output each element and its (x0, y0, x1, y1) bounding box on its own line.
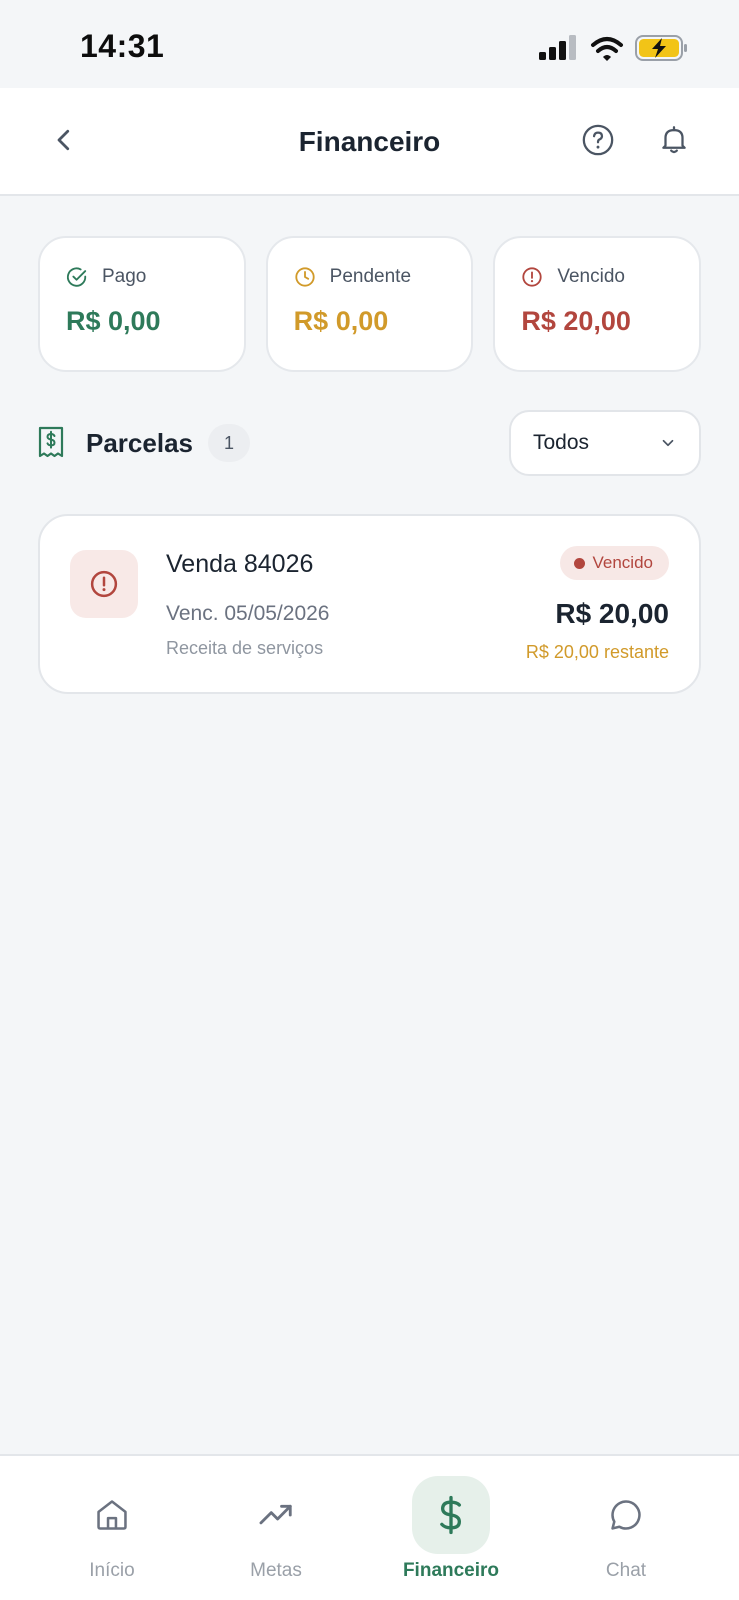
clock-icon (295, 267, 315, 287)
summary-label: Pendente (329, 266, 412, 287)
summary-cards: Pago R$ 0,00 Pendente R$ 0,00 Vencido R$… (38, 236, 702, 372)
chat-bubble-icon (611, 1500, 641, 1530)
nav-label: Início (89, 1560, 135, 1581)
nav-item-financeiro[interactable]: Financeiro (376, 1476, 526, 1586)
status-icons (539, 34, 689, 64)
summary-card-vencido[interactable]: Vencido R$ 20,00 (493, 236, 702, 372)
chevron-down-icon (662, 439, 674, 447)
status-badge: Vencido (559, 546, 669, 580)
parcel-due-date: Venc. 05/05/2026 (166, 602, 330, 625)
parcel-name: Venda 84026 (166, 550, 314, 578)
summary-label: Pago (102, 266, 147, 287)
parcel-card[interactable]: Venda 84026 Venc. 05/05/2026 Receita de … (38, 514, 701, 694)
summary-value: R$ 0,00 (293, 306, 389, 336)
parcel-amount: R$ 20,00 (555, 598, 669, 629)
check-circle-icon (66, 267, 87, 287)
count-badge: 1 (208, 424, 250, 462)
summary-value: R$ 20,00 (521, 306, 631, 336)
bottom-nav: Início Metas Financeiro Chat (0, 1454, 739, 1600)
help-circle-icon (582, 124, 614, 156)
bell-icon (662, 126, 686, 154)
notifications-button[interactable] (652, 118, 696, 162)
nav-label: Chat (605, 1560, 647, 1581)
page-title: Financeiro (298, 126, 441, 157)
filter-select[interactable]: Todos (509, 410, 701, 476)
nav-item-inicio[interactable]: Início (37, 1476, 187, 1586)
parcel-remaining: R$ 20,00 restante (525, 642, 669, 662)
help-button[interactable] (576, 118, 620, 162)
summary-card-pendente[interactable]: Pendente R$ 0,00 (265, 236, 474, 372)
trending-up-icon (259, 1504, 292, 1525)
status-time: 14:31 (80, 28, 165, 64)
signal-icon (539, 35, 576, 60)
parcel-category: Receita de serviços (166, 638, 324, 658)
filter-selected-value: Todos (533, 431, 590, 454)
summary-label: Vencido (557, 266, 625, 287)
status-badge-label: Vencido (592, 553, 654, 572)
app-header: Financeiro (0, 88, 739, 196)
home-icon (97, 1500, 127, 1530)
battery-charging-icon (635, 35, 687, 61)
summary-card-pago[interactable]: Pago R$ 0,00 (38, 236, 246, 372)
nav-label: Metas (250, 1560, 302, 1581)
dollar-icon (440, 1495, 462, 1535)
parcelas-header: Parcelas 1 Todos (38, 410, 701, 476)
receipt-icon (38, 426, 64, 458)
nav-item-chat[interactable]: Chat (551, 1476, 701, 1586)
section-title: Parcelas (86, 428, 193, 458)
parcel-status-icon-box (70, 550, 138, 618)
status-bar: 14:31 (0, 0, 739, 88)
alert-circle-icon (522, 267, 542, 287)
status-dot (573, 557, 585, 569)
alert-circle-icon (90, 570, 118, 598)
nav-label: Financeiro (402, 1560, 500, 1581)
wifi-icon (591, 37, 623, 61)
summary-value: R$ 0,00 (66, 306, 161, 336)
nav-item-metas[interactable]: Metas (201, 1476, 351, 1586)
